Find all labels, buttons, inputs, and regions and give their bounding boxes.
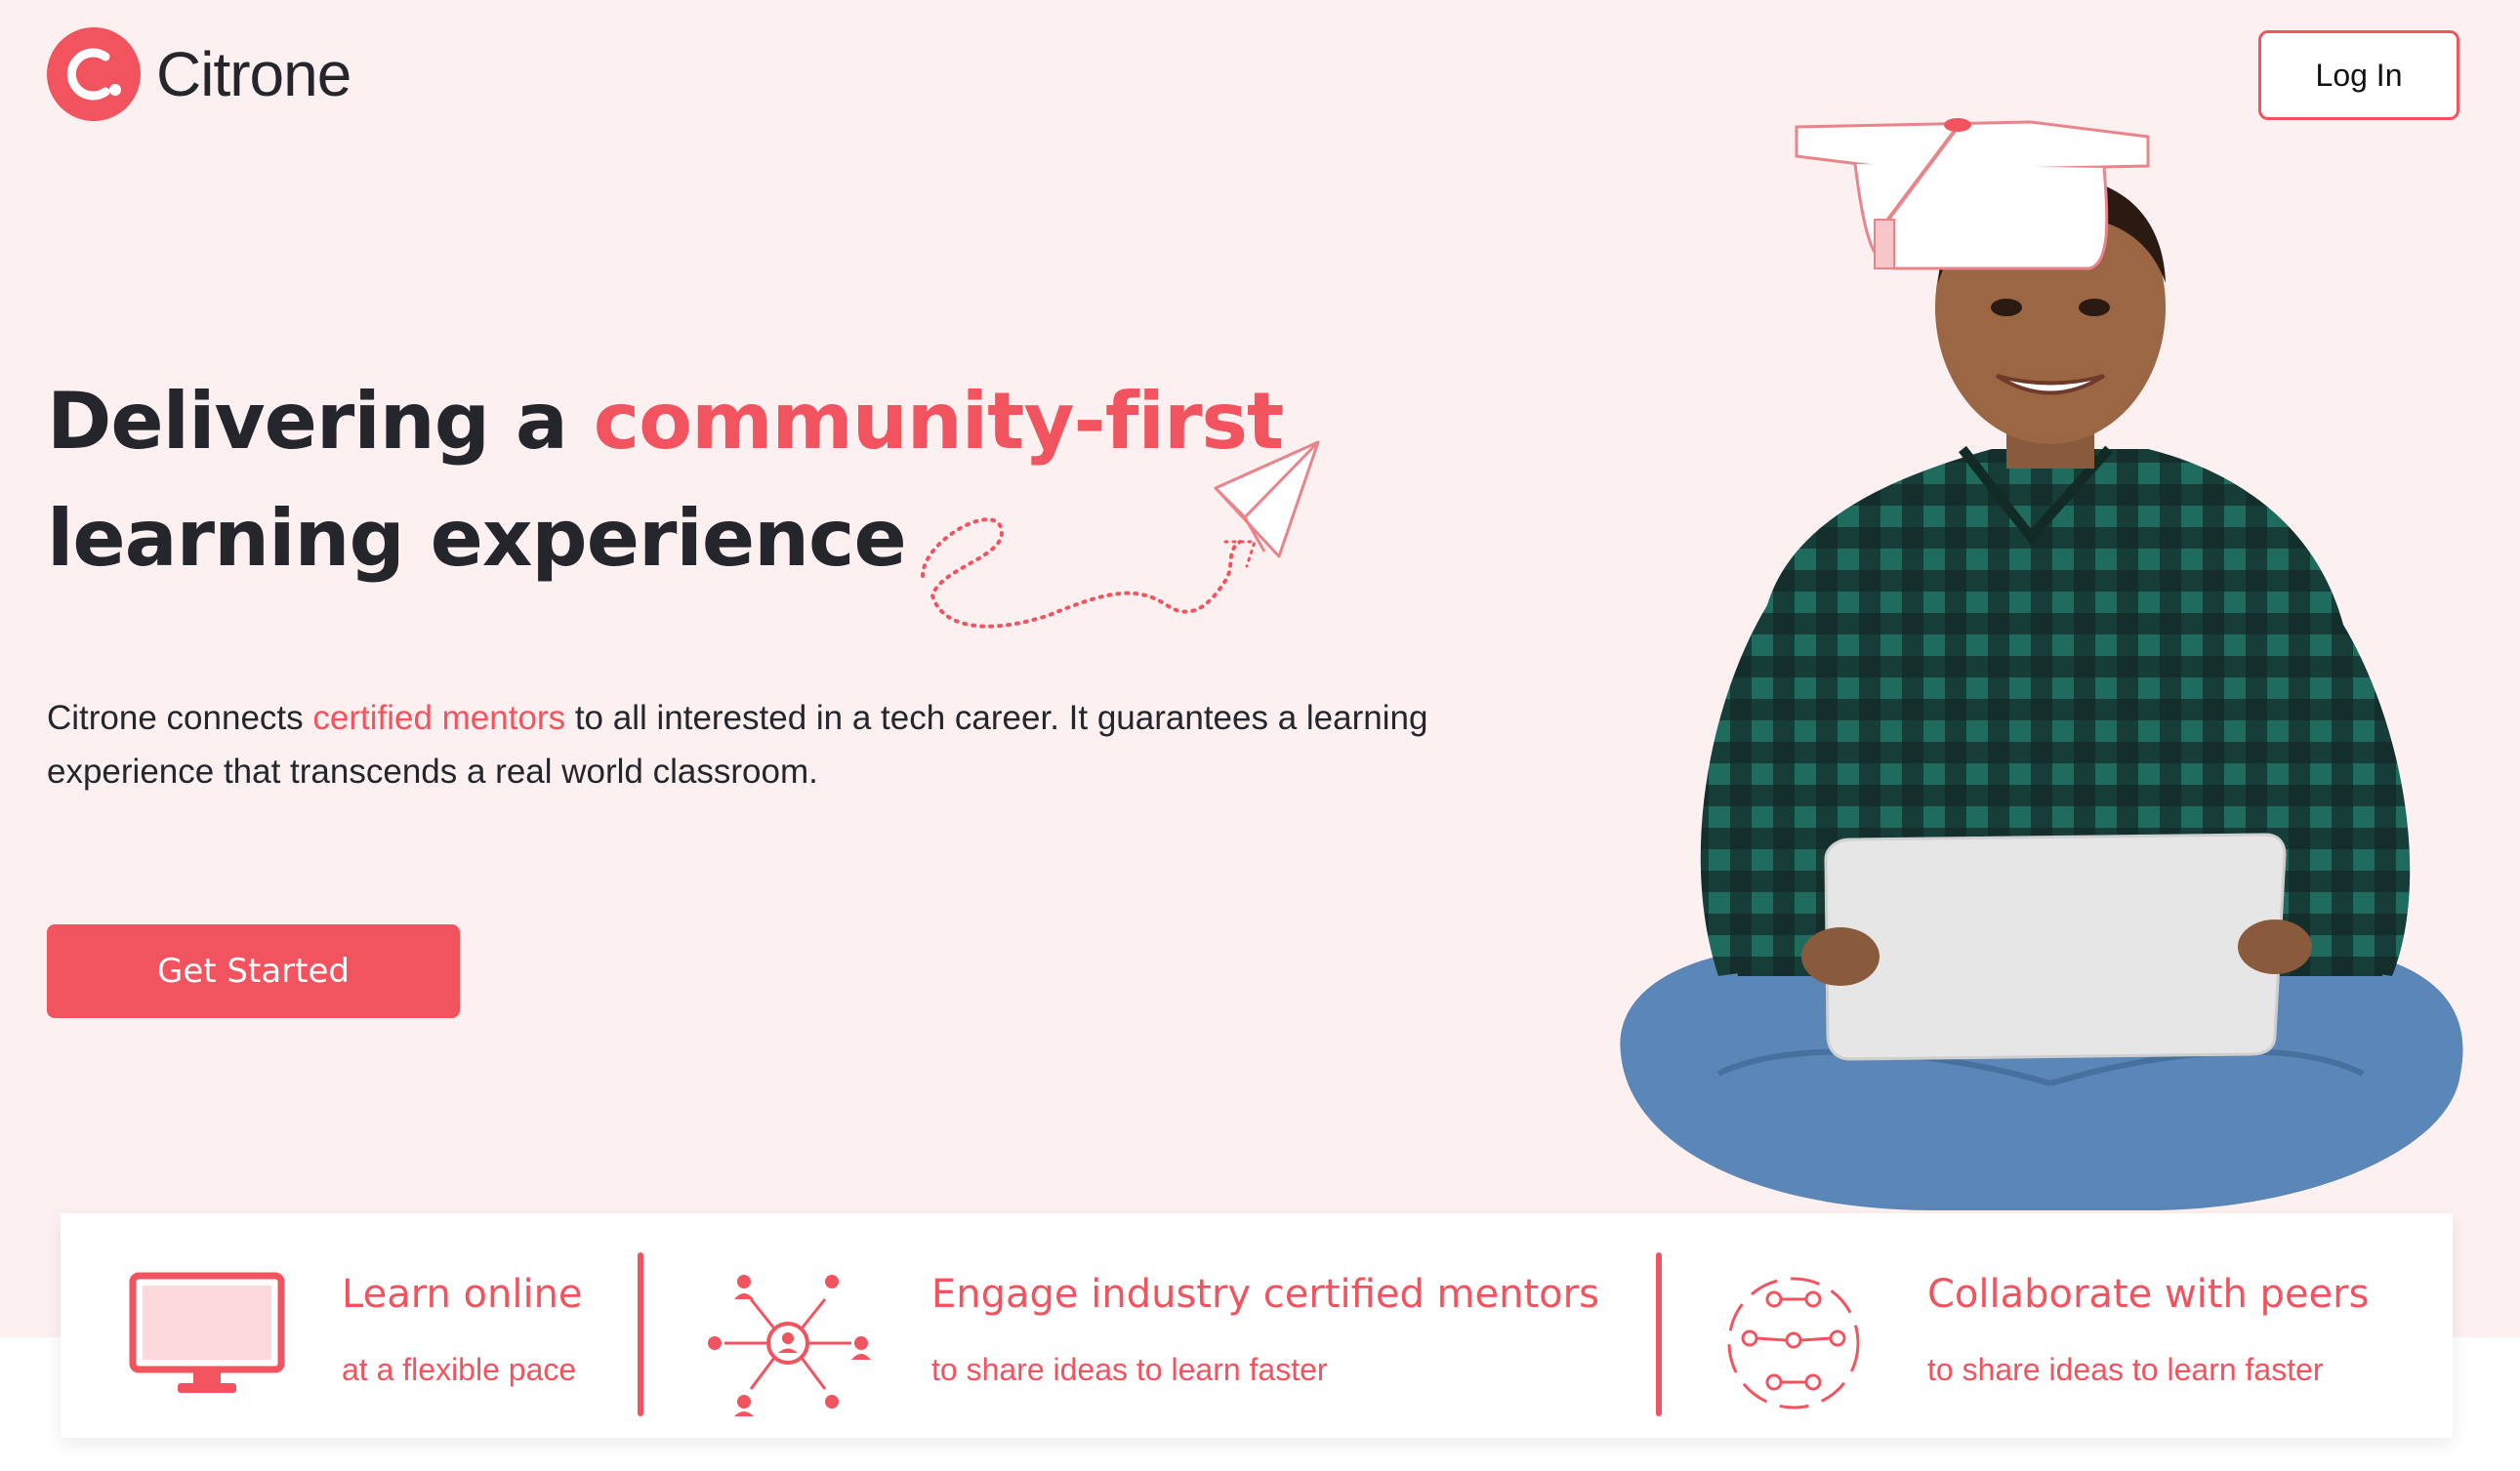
feature-subtitle-learn-online: at a flexible pace — [342, 1352, 577, 1387]
feature-title-collaborate: Collaborate with peers — [1927, 1272, 2370, 1317]
get-started-button[interactable]: Get Started — [47, 924, 460, 1018]
hero-description: Citrone connects certified mentors to al… — [47, 691, 1531, 798]
features-bar: Learn online at a flexible pace Engage i… — [61, 1213, 2453, 1438]
hero-title-part1: Delivering a — [47, 376, 594, 467]
brand-logo[interactable]: Citrone — [47, 27, 351, 121]
student-illustration — [1620, 118, 2463, 1210]
paper-plane-icon — [921, 440, 1320, 629]
collaborate-icon — [1727, 1277, 1860, 1410]
network-icon — [708, 1275, 871, 1416]
monitor-icon — [129, 1272, 285, 1393]
certified-mentors-link[interactable]: certified mentors — [312, 699, 565, 737]
brand-name: Citrone — [156, 39, 351, 109]
feature-subtitle-collaborate: to share ideas to learn faster — [1927, 1352, 2324, 1387]
feature-subtitle-mentors: to share ideas to learn faster — [931, 1352, 1328, 1387]
feature-divider — [1656, 1252, 1662, 1416]
hero-title-line2: learning experience — [47, 493, 907, 584]
logo-mark-icon — [47, 27, 141, 121]
feature-divider — [638, 1252, 643, 1416]
feature-title-learn-online: Learn online — [342, 1272, 583, 1317]
hero-desc-part1: Citrone connects — [47, 699, 313, 737]
feature-title-mentors: Engage industry certified mentors — [931, 1272, 1599, 1317]
